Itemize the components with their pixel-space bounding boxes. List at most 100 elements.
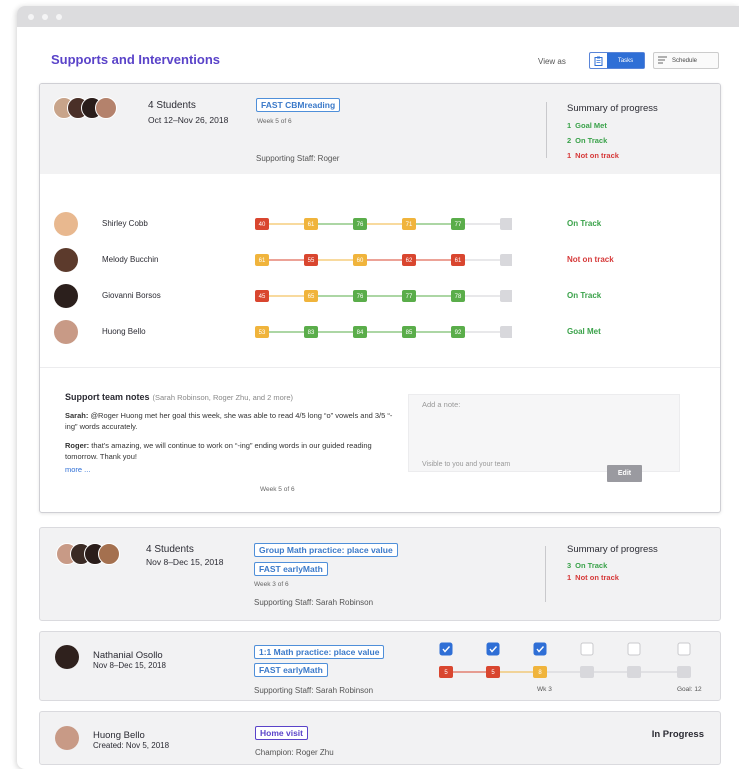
tasks-view-button[interactable]: Tasks	[589, 52, 645, 69]
score-value: 60	[357, 258, 364, 264]
intervention-card-cbmreading[interactable]: 4 Students Oct 12–Nov 26, 2018 FAST CBMr…	[39, 83, 721, 513]
student-row[interactable]: Melody Bucchin 61 55 60 62 61 Not on track	[40, 248, 720, 272]
checked-checkbox[interactable]	[439, 642, 453, 656]
score-value: 61	[308, 222, 315, 228]
date-range: Oct 12–Nov 26, 2018	[148, 115, 229, 125]
score-value: 77	[455, 222, 462, 228]
score-track: 40 61 76 71 77	[255, 218, 512, 230]
window-minimize-dot[interactable]	[42, 13, 48, 20]
summary-goal-met: 1 Goal Met	[567, 121, 607, 130]
checked-checkbox[interactable]	[533, 642, 547, 656]
summary-title: Summary of progress	[567, 103, 658, 114]
goal-label: Goal: 12	[677, 686, 702, 693]
add-note-input[interactable]: Add a note: Visible to you and your team	[408, 394, 680, 472]
unchecked-checkbox[interactable]	[677, 642, 691, 656]
summary-not-on-track: 1 Not on track	[567, 151, 619, 160]
intervention-tag[interactable]: 1:1 Math practice: place value	[254, 645, 385, 659]
pending-score-marker	[500, 218, 512, 230]
progress-status: On Track	[567, 219, 602, 228]
note-roger: Roger: that’s amazing, we will continue …	[65, 441, 372, 461]
supporting-staff: Supporting Staff: Roger	[256, 154, 340, 163]
intervention-card-nathanial[interactable]: Nathanial Osollo Nov 8–Dec 15, 2018 1:1 …	[39, 631, 721, 701]
intervention-card-home-visit[interactable]: Huong Bello Created: Nov 5, 2018 Home vi…	[39, 711, 721, 765]
window-close-dot[interactable]	[28, 13, 34, 20]
assessment-tag[interactable]: FAST earlyMath	[254, 663, 328, 677]
avatar	[54, 248, 78, 272]
current-week-label: Wk 3	[537, 686, 552, 693]
progress-status: On Track	[567, 291, 602, 300]
pending-score-marker	[580, 666, 594, 678]
footer-week: Week 5 of 6	[260, 486, 295, 493]
student-avatar-group	[56, 543, 120, 565]
intervention-tag[interactable]: Home visit	[255, 726, 308, 740]
student-avatar-group	[53, 97, 117, 119]
more-notes-link[interactable]: more ...	[65, 465, 90, 474]
score-value: 78	[455, 294, 462, 300]
progress-status: Goal Met	[567, 327, 601, 336]
avatar	[98, 543, 120, 565]
score-value: 61	[455, 258, 462, 264]
clipboard-icon	[590, 53, 607, 68]
avatar	[54, 320, 78, 344]
window-zoom-dot[interactable]	[56, 13, 62, 20]
champion: Champion: Roger Zhu	[255, 748, 334, 757]
student-name: Giovanni Borsos	[102, 291, 161, 300]
page-header: Supports and Interventions View as Tasks…	[17, 27, 739, 85]
app-window: Supports and Interventions View as Tasks…	[17, 6, 739, 769]
score-value: 71	[406, 222, 413, 228]
schedule-view-label: Schedule	[672, 57, 698, 64]
tasks-view-label: Tasks	[607, 53, 644, 68]
score-value: 76	[357, 294, 364, 300]
add-note-placeholder: Add a note:	[422, 400, 461, 409]
progress-status: Not on track	[567, 255, 614, 264]
page-title: Supports and Interventions	[51, 52, 221, 67]
student-name: Nathanial Osollo	[93, 650, 163, 661]
avatar	[55, 726, 79, 750]
assessment-tag[interactable]: FAST earlyMath	[254, 562, 328, 576]
score-value: 62	[406, 258, 413, 264]
score-value: 85	[406, 330, 413, 336]
pending-score-marker	[500, 326, 512, 338]
pending-score-marker	[627, 666, 641, 678]
score-value: 53	[259, 330, 266, 336]
avatar	[54, 212, 78, 236]
unchecked-checkbox[interactable]	[627, 642, 641, 656]
pending-score-marker	[500, 254, 512, 266]
student-row[interactable]: Huong Bello 53 83 84 85 92 Goal Met	[40, 320, 720, 344]
intervention-tag[interactable]: FAST CBMreading	[256, 98, 341, 112]
student-name: Huong Bello	[93, 730, 145, 741]
created-date: Created: Nov 5, 2018	[93, 741, 170, 750]
unchecked-checkbox[interactable]	[580, 642, 594, 656]
avatar	[55, 645, 79, 669]
note-sarah: Sarah: @Roger Huong met her goal this we…	[65, 411, 393, 431]
avatar	[95, 97, 117, 119]
summary-divider	[545, 546, 546, 602]
schedule-view-button[interactable]: Schedule	[653, 52, 719, 69]
score-value: 40	[259, 222, 266, 228]
score-value: 92	[455, 330, 462, 336]
score-value: 84	[357, 330, 364, 336]
student-row[interactable]: Shirley Cobb 40 61 76 71 77 On Track	[40, 212, 720, 236]
section-divider	[40, 367, 720, 368]
summary-on-track: 2 On Track	[567, 136, 608, 145]
summary-not-on-track: 1 Not on track	[567, 573, 619, 582]
checked-checkbox[interactable]	[486, 642, 500, 656]
student-row[interactable]: Giovanni Borsos 45 65 76 77 78 On Track	[40, 284, 720, 308]
supporting-staff: Supporting Staff: Sarah Robinson	[254, 598, 374, 607]
pending-score-marker	[677, 666, 691, 678]
score-track: 45 65 76 77 78	[255, 290, 512, 302]
intervention-tag[interactable]: Group Math practice: place value	[254, 543, 398, 557]
status-badge: In Progress	[651, 729, 704, 740]
score-value: 83	[308, 330, 315, 336]
intervention-card-group-math[interactable]: 4 Students Nov 8–Dec 15, 2018 Group Math…	[39, 527, 721, 621]
date-range: Nov 8–Dec 15, 2018	[93, 661, 166, 670]
score-track: 61 55 60 62 61	[255, 254, 512, 266]
student-name: Shirley Cobb	[102, 219, 148, 228]
avatar	[54, 284, 78, 308]
view-as-label: View as	[538, 57, 566, 66]
student-name: Huong Bello	[102, 327, 146, 336]
week-progress: Week 5 of 6	[257, 118, 292, 125]
edit-button[interactable]: Edit	[607, 465, 642, 482]
score-value: 65	[308, 294, 315, 300]
score-value: 55	[308, 258, 315, 264]
